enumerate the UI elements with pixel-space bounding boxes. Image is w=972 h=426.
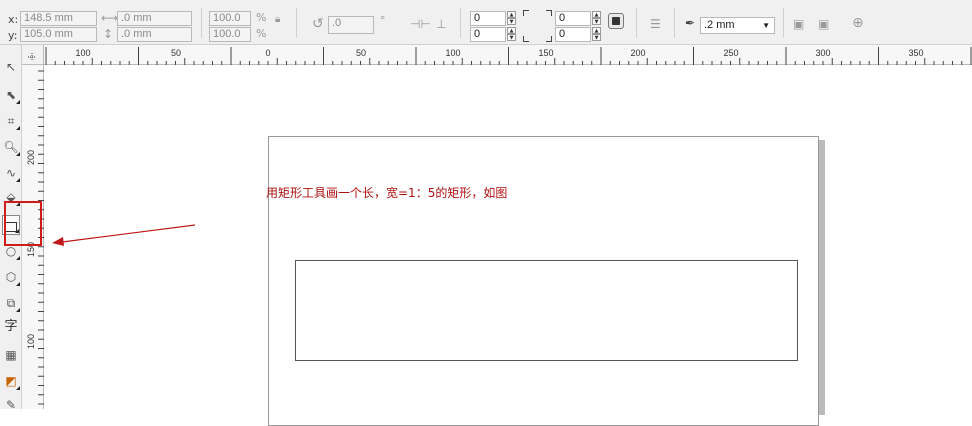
eyedropper-tool-button[interactable]: ✎ [2, 395, 20, 415]
crop-tool-button[interactable]: ⌗ [2, 111, 20, 131]
table-icon: ▦ [5, 348, 17, 362]
height-icon: ↕ [103, 27, 114, 41]
separator [460, 8, 461, 38]
corner-radius-top-left[interactable]: 0 [470, 11, 506, 26]
degree-symbol: ° [380, 14, 386, 27]
text-tool-icon: 字 [4, 319, 18, 334]
ruler-label: 300 [815, 48, 831, 58]
ruler-origin-corner[interactable] [22, 45, 44, 65]
page-shadow [819, 140, 825, 415]
height-field[interactable]: .0 mm [117, 27, 192, 42]
y-position-field[interactable]: 105.0 mm [20, 27, 97, 42]
ruler-label: 200 [26, 149, 36, 165]
spin-down-button[interactable]: ▼ [592, 18, 601, 25]
mirror-vertical-icon[interactable]: ⊥ [436, 17, 446, 31]
spin-up-button[interactable]: ▲ [592, 11, 601, 18]
crop-icon: ⌗ [7, 114, 15, 128]
wrap-text-icon[interactable]: ☰ [650, 17, 661, 31]
polygon-icon: ⬡ [5, 270, 17, 284]
freehand-icon: ∿ [5, 166, 17, 180]
spin-down-button[interactable]: ▼ [507, 18, 516, 25]
rotation-field[interactable]: .0 [328, 16, 374, 34]
chevron-down-icon: ▼ [762, 21, 770, 30]
corner-radius-bottom-left[interactable]: 0 [470, 27, 506, 42]
corner-bracket-icon [523, 36, 529, 42]
rectangle-tool-highlight [4, 201, 42, 246]
separator [201, 8, 202, 38]
ruler-label: 150 [538, 48, 554, 58]
text-tool-button[interactable]: 字 [2, 317, 20, 337]
corner-radius-bottom-right[interactable]: 0 [555, 27, 591, 42]
ruler-label: 100 [26, 333, 36, 349]
lock-corners-button[interactable] [608, 13, 624, 29]
ruler-label: 200 [630, 48, 646, 58]
y-label: y: [8, 29, 18, 42]
separator [296, 8, 297, 38]
corner-bracket-icon [523, 10, 529, 16]
horizontal-ruler-ticks [45, 47, 972, 65]
basic-shapes-icon: ⧉ [6, 296, 16, 310]
ruler-origin-icon [28, 53, 36, 61]
shape-tool-button[interactable]: ⬉ [2, 85, 20, 105]
spin-down-button[interactable]: ▼ [592, 34, 601, 41]
ruler-label: 250 [723, 48, 739, 58]
property-bar: x: y: 148.5 mm 105.0 mm ⟷ ↕ .0 mm .0 mm … [0, 0, 972, 45]
width-field[interactable]: .0 mm [117, 11, 192, 26]
pick-tool-button[interactable]: ↖ [2, 57, 20, 77]
mirror-horizontal-icon[interactable]: ⊣⊢ [410, 17, 431, 31]
drawn-rectangle[interactable] [295, 260, 798, 361]
scale-x-percent: % [256, 11, 267, 24]
freehand-tool-button[interactable]: ∿ [2, 163, 20, 183]
interactive-tool-button[interactable]: ◩ [2, 371, 20, 391]
ruler-label: 50 [355, 48, 367, 58]
spin-up-button[interactable]: ▲ [507, 27, 516, 34]
zoom-tool-button[interactable]: 🔍︎ [2, 137, 20, 157]
corner-bracket-icon [546, 10, 552, 16]
to-back-icon[interactable]: ▣ [818, 17, 829, 31]
ruler-label: 0 [265, 48, 271, 58]
lock-ratio-icon[interactable]: 🔒︎ [275, 13, 280, 27]
eyedropper-icon: ✎ [5, 398, 17, 412]
scale-y-field[interactable]: 100.0 [209, 27, 251, 42]
shape-node-icon: ⬉ [5, 88, 17, 102]
outline-pen-icon: ✒ [685, 16, 696, 30]
horizontal-ruler[interactable]: 100 50 0 50 100 150 200 250 300 350 [44, 45, 972, 65]
outline-width-select[interactable]: .2 mm ▼ [700, 17, 775, 34]
ruler-label: 100 [445, 48, 461, 58]
convert-to-curves-icon[interactable]: ⊕ [852, 16, 864, 30]
outline-width-value: .2 mm [704, 19, 735, 31]
basic-shapes-tool-button[interactable]: ⧉ [2, 293, 20, 313]
ruler-label: 350 [908, 48, 924, 58]
lock-icon [612, 17, 620, 25]
ruler-label: 50 [170, 48, 182, 58]
separator [783, 8, 784, 38]
spin-up-button[interactable]: ▲ [592, 27, 601, 34]
interactive-blend-icon: ◩ [5, 374, 17, 388]
separator [674, 8, 675, 38]
spin-down-button[interactable]: ▼ [507, 34, 516, 41]
corner-bracket-icon [546, 36, 552, 42]
table-tool-button[interactable]: ▦ [2, 345, 20, 365]
scale-x-field[interactable]: 100.0 [209, 11, 251, 26]
x-label: x: [8, 13, 19, 26]
rotate-icon: ↺ [312, 16, 324, 32]
width-icon: ⟷ [101, 11, 119, 25]
corner-radius-top-right[interactable]: 0 [555, 11, 591, 26]
instruction-text: 用矩形工具画一个长，宽=1：5的矩形，如图 [266, 186, 508, 200]
polygon-tool-button[interactable]: ⬡ [2, 267, 20, 287]
ellipse-icon: ○ [5, 244, 17, 258]
to-front-icon[interactable]: ▣ [793, 17, 804, 31]
spin-up-button[interactable]: ▲ [507, 11, 516, 18]
x-position-field[interactable]: 148.5 mm [20, 11, 97, 26]
ruler-label: 100 [75, 48, 91, 58]
pointer-icon: ↖ [5, 60, 17, 74]
separator [636, 8, 637, 38]
scale-y-percent: % [256, 27, 267, 40]
